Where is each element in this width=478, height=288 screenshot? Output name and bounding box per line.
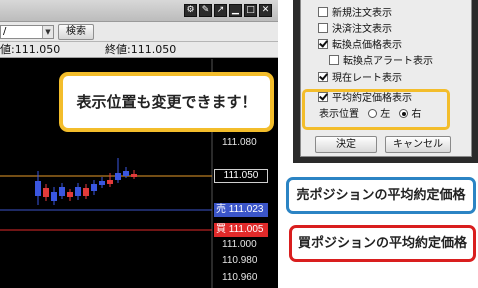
candle-body [123, 171, 129, 176]
window-titlebar: ⚙ ✎ ↗ ▁ □ ✕ [0, 0, 278, 22]
toolbar: / ▼ 検索 [0, 22, 278, 42]
candle-body [75, 187, 81, 196]
option-turning-alert[interactable]: 転換点アラート表示 [329, 54, 433, 69]
candle-body [83, 188, 89, 196]
candle-body [35, 181, 41, 196]
value-readout: 値:111.050 [0, 43, 61, 56]
option-new-order[interactable]: 新規注文表示 [318, 6, 392, 21]
candle-body [99, 181, 105, 185]
candle-body [91, 184, 97, 191]
option-label: 転換点アラート表示 [343, 56, 433, 67]
sell-average-label: 売 111.023 [214, 203, 268, 217]
checkbox[interactable] [318, 7, 328, 17]
checkbox[interactable] [329, 55, 339, 65]
close-readout: 終値:111.050 [105, 43, 177, 56]
tick-label: 111.080 [222, 137, 257, 148]
option-turning-point[interactable]: 転換点価格表示 [318, 38, 402, 53]
candle-body [43, 188, 49, 197]
paint-icon[interactable]: ✎ [199, 4, 212, 17]
option-current-rate[interactable]: 現在レート表示 [318, 71, 402, 86]
chart-window: ⚙ ✎ ↗ ▁ □ ✕ / ▼ 検索 値:111.050 終値:111.050 … [0, 0, 278, 288]
option-label: 新規注文表示 [332, 8, 392, 19]
option-label: 現在レート表示 [332, 73, 402, 84]
symbol-combo[interactable]: / ▼ [0, 25, 54, 39]
value-row: 値:111.050 終値:111.050 [0, 42, 278, 58]
checkbox[interactable] [318, 23, 328, 33]
cancel-button[interactable]: キャンセル [385, 136, 451, 153]
candle-body [67, 192, 73, 197]
candle-body [131, 174, 137, 177]
gear-icon[interactable]: ⚙ [184, 4, 197, 17]
minimize-icon[interactable]: ▁ [229, 4, 242, 17]
arrow-icon[interactable]: ↗ [214, 4, 227, 17]
average-price-highlight [302, 89, 450, 130]
settings-panel: 新規注文表示 決済注文表示 転換点価格表示 転換点アラート表示 現在レート表示 … [300, 0, 472, 157]
checkbox[interactable] [318, 39, 328, 49]
buy-average-label: 買 111.005 [214, 223, 268, 237]
candle-body [51, 192, 57, 201]
current-price-label: 111.050 [214, 169, 268, 183]
chevron-down-icon[interactable]: ▼ [42, 26, 53, 38]
maximize-icon[interactable]: □ [244, 4, 257, 17]
ok-button[interactable]: 決定 [315, 136, 377, 153]
combo-value: / [3, 26, 7, 37]
tick-label: 110.980 [222, 255, 258, 266]
tick-label: 110.960 [222, 272, 258, 283]
option-label: 転換点価格表示 [332, 40, 402, 51]
position-callout: 表示位置も変更できます！ [59, 72, 274, 132]
tick-label: 111.000 [222, 239, 257, 250]
candle-body [59, 187, 65, 196]
option-close-order[interactable]: 決済注文表示 [318, 22, 392, 37]
candle-body [107, 180, 113, 184]
search-button[interactable]: 検索 [58, 24, 94, 40]
candle-body [115, 173, 121, 180]
sell-callout: 売ポジションの平均約定価格 [286, 177, 476, 214]
checkbox[interactable] [318, 72, 328, 82]
buy-callout: 買ポジションの平均約定価格 [289, 225, 476, 262]
option-label: 決済注文表示 [332, 24, 392, 35]
close-icon[interactable]: ✕ [259, 4, 272, 17]
